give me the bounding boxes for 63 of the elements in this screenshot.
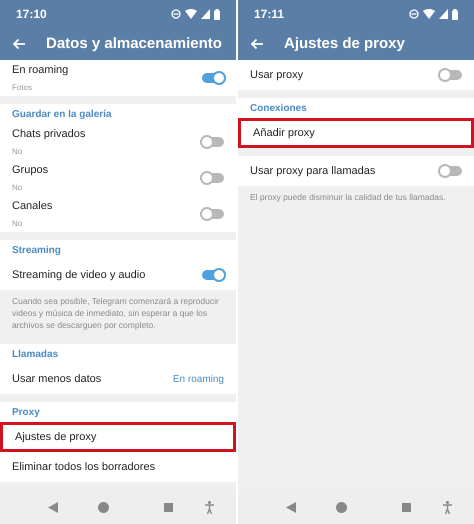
status-time: 17:10 [16,6,47,23]
section-header: Guardar en la galería [12,108,112,122]
row-label: Usar menos datos [12,372,102,387]
battery-icon [452,8,458,20]
settings-row[interactable]: En roaming Fotos [0,60,236,96]
back-arrow-icon[interactable] [12,38,26,50]
accessibility-icon[interactable] [204,500,214,514]
settings-row[interactable]: Añadir proxy [238,118,474,148]
section-header: Streaming [12,244,61,258]
battery-icon [214,8,220,20]
settings-row[interactable]: Chats privados No [0,124,236,160]
toggle-switch[interactable] [440,70,462,80]
wifi-icon [185,9,197,19]
row-subtitle: Fotos [12,82,34,94]
back-icon[interactable] [286,502,296,512]
settings-row[interactable]: Eliminar todos los borradores [0,452,236,482]
toggle-switch[interactable] [440,166,462,176]
row-label: Streaming de video y audio [12,268,146,283]
toggle-switch[interactable] [202,270,224,280]
toggle-switch[interactable] [202,173,224,183]
row-label: Usar proxy [250,68,304,83]
wifi-icon [423,9,435,19]
section-header: Conexiones [250,102,307,116]
settings-row[interactable]: Usar menos datos En roaming [0,364,236,394]
signal-icon [201,9,210,19]
row-label: En roaming [12,63,68,78]
toggle-switch[interactable] [202,209,224,219]
home-icon[interactable] [336,502,347,512]
screen-title: Datos y almacenamiento [46,34,222,54]
row-label: Chats privados [12,127,86,142]
row-subtitle: No [12,146,24,158]
accessibility-icon[interactable] [442,500,452,514]
recents-icon[interactable] [164,502,174,512]
row-label: Grupos [12,163,48,178]
row-label: Usar proxy para llamadas [250,164,376,179]
settings-row[interactable]: Grupos No [0,160,236,196]
row-label: Añadir proxy [253,126,315,141]
settings-row[interactable]: Ajustes de proxy [0,422,236,452]
row-label: Canales [12,199,52,214]
settings-row[interactable]: Streaming de video y audio [0,260,236,290]
row-subtitle: No [12,218,24,230]
back-arrow-icon[interactable] [250,38,264,50]
settings-row[interactable]: Usar proxy [238,60,474,90]
back-icon[interactable] [48,502,58,512]
info-text: El proxy puede disminuir la calidad de tus llamadas. [250,191,447,203]
row-label: Eliminar todos los borradores [12,460,156,475]
recents-icon[interactable] [402,502,412,512]
row-subtitle: No [12,182,24,194]
toggle-switch[interactable] [202,73,224,83]
info-text: Cuando sea posible, Telegram comenzará a reproducir videos y música de inmediato, sin esperar a que los archivos se descarguen por completo. [12,295,220,331]
row-label: Ajustes de proxy [15,430,96,445]
screen-title: Ajustes de proxy [284,34,405,54]
home-icon[interactable] [98,502,109,512]
section-header: Llamadas [12,348,58,362]
signal-icon [439,9,448,19]
settings-row[interactable]: Canales No [0,196,236,232]
toggle-switch[interactable] [202,137,224,147]
status-time: 17:11 [254,6,284,23]
row-value: En roaming [172,372,224,386]
do-not-disturb-icon [171,9,181,19]
do-not-disturb-icon [409,9,419,19]
settings-row[interactable]: Usar proxy para llamadas [238,156,474,186]
section-header: Proxy [12,406,40,420]
